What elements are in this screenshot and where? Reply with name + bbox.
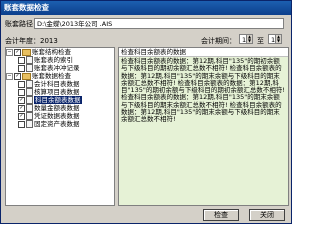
check-items-tree[interactable]: − 账套结构检查 账套表的索引 账套表冲冲记录 − 账套数据检查 会计科目表数据 核…: [5, 47, 115, 206]
spinner-arrows-icon[interactable]: ▲ ▼: [275, 35, 281, 43]
tree-item[interactable]: 账套表的索引: [6, 56, 114, 64]
tree-item-label: 科目余额表数据: [34, 96, 82, 104]
period-from-spinner[interactable]: 12 ▲▼: [239, 34, 253, 44]
collapse-icon[interactable]: −: [6, 48, 13, 56]
tree-item-label: 核算项目表数据: [34, 88, 80, 96]
document-icon: [26, 104, 33, 112]
results-text: 检查科目余额表的数据：第12期,科目"135"的期初余额与下级科目的期初余额汇总…: [121, 57, 285, 124]
tree-item[interactable]: 数量金额表数据: [6, 104, 114, 112]
checkbox[interactable]: [18, 96, 25, 104]
checkbox[interactable]: [14, 48, 21, 56]
account-path-row: 账套路径： D:\金蝶\2013年公司 .AIS: [5, 18, 286, 30]
tree-item[interactable]: − 账套数据检查: [6, 72, 114, 80]
tree-item-label: 数量金额表数据: [34, 104, 80, 112]
tree-item[interactable]: 账套表冲冲记录: [6, 64, 114, 72]
checkbox[interactable]: [18, 104, 25, 112]
fiscal-year-caption: 会计年度：: [5, 37, 40, 45]
close-button[interactable]: 关闭: [249, 209, 285, 221]
document-icon: [26, 112, 33, 120]
document-icon: [26, 96, 33, 104]
tree-item-label: 账套数据检查: [32, 72, 71, 80]
tree-item[interactable]: 固定资产表数据: [6, 120, 114, 128]
tree-item[interactable]: − 账套结构检查: [6, 48, 114, 56]
period-to-label: 至: [257, 37, 264, 45]
tree-item[interactable]: 科目余额表数据: [6, 96, 114, 104]
folder-icon: [22, 48, 31, 56]
account-path-field[interactable]: D:\金蝶\2013年公司 .AIS: [34, 18, 284, 29]
tree-item-label: 会计科目表数据: [34, 80, 80, 88]
account-check-window: 账套数据检查 账套路径： D:\金蝶\2013年公司 .AIS 会计年度：201…: [0, 0, 292, 224]
period-label: 会计期间：: [201, 37, 236, 45]
document-icon: [26, 88, 33, 96]
document-icon: [26, 120, 33, 128]
year-period-row: 会计年度：2013 会计期间： 12 ▲▼ 至 12 ▲▼: [5, 34, 286, 47]
collapse-icon[interactable]: −: [6, 72, 13, 80]
checkbox[interactable]: [18, 64, 25, 72]
tree-item-label: 账套表的索引: [34, 56, 73, 64]
tree-item[interactable]: 会计科目表数据: [6, 80, 114, 88]
tree-item-label: 账套结构检查: [32, 48, 71, 56]
tree-item-label: 凭证数据表数据: [34, 112, 80, 120]
check-button[interactable]: 检查: [203, 209, 239, 221]
checkbox[interactable]: [14, 72, 21, 80]
tree-item[interactable]: 凭证数据表数据: [6, 112, 114, 120]
fiscal-year-value: 2013: [40, 37, 58, 45]
folder-icon: [22, 72, 31, 80]
title-bar[interactable]: 账套数据检查: [1, 1, 291, 15]
checkbox[interactable]: [18, 112, 25, 120]
checkbox[interactable]: [18, 88, 25, 96]
document-icon: [26, 64, 33, 72]
tree-item-label: 固定资产表数据: [34, 120, 80, 128]
tree-item[interactable]: 核算项目表数据: [6, 88, 114, 96]
window-title: 账套数据检查: [4, 3, 49, 12]
tree-item-label: 账套表冲冲记录: [34, 64, 80, 72]
checkbox[interactable]: [18, 80, 25, 88]
results-panel[interactable]: 检查科目余额表的数据 检查科目余额表的数据：第12期,科目"135"的期初余额与…: [118, 47, 289, 206]
checkbox[interactable]: [18, 120, 25, 128]
results-header: 检查科目余额表的数据: [119, 48, 288, 57]
checkbox[interactable]: [18, 56, 25, 64]
document-icon: [26, 56, 33, 64]
spinner-arrows-icon[interactable]: ▲ ▼: [246, 35, 252, 43]
fiscal-year-label: 会计年度：2013: [5, 36, 58, 46]
document-icon: [26, 80, 33, 88]
period-to-spinner[interactable]: 12 ▲▼: [268, 34, 282, 44]
